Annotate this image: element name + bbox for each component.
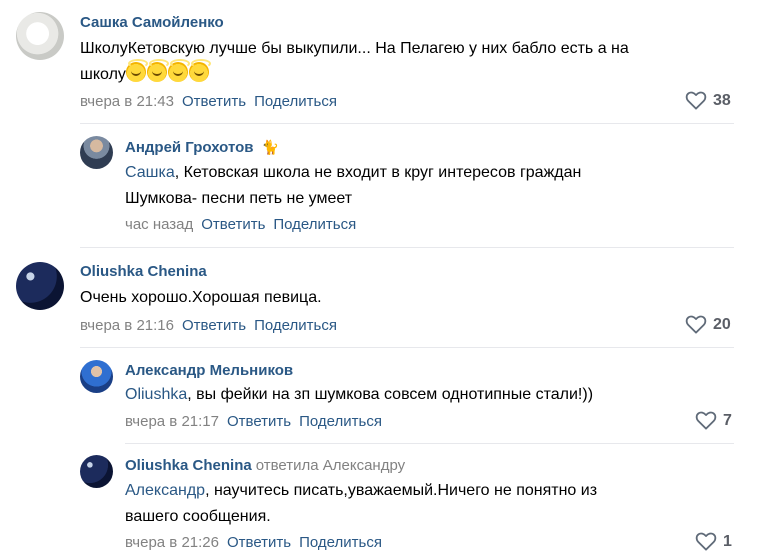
reply-button[interactable]: Ответить — [227, 413, 291, 430]
heart-icon — [685, 315, 707, 334]
like-count: 1 — [723, 532, 732, 550]
comment-text-line: вашего сообщения. — [125, 508, 271, 525]
mention-link[interactable]: Сашка — [125, 164, 175, 181]
comment-text: ШколуКетовскую лучше бы выкупили... На П… — [80, 36, 629, 88]
comment-text-line: , Кетовская школа не входит в круг интер… — [174, 164, 582, 181]
like-button[interactable]: 7 — [695, 411, 732, 430]
comment-time[interactable]: вчера в 21:17 — [125, 413, 219, 430]
like-button[interactable]: 38 — [685, 91, 731, 110]
comment-text-line: Шумкова- песни петь не умеет — [125, 190, 353, 207]
comment-meta: вчера в 21:17 Ответить Поделиться — [125, 413, 382, 430]
like-button[interactable]: 1 — [695, 532, 732, 551]
comment-meta: вчера в 21:43 Ответить Поделиться — [80, 93, 337, 110]
share-button[interactable]: Поделиться — [299, 413, 382, 430]
share-button[interactable]: Поделиться — [254, 93, 337, 110]
halo-smiley-icon — [188, 59, 211, 82]
like-count: 38 — [713, 91, 731, 109]
comment-meta: вчера в 21:16 Ответить Поделиться — [80, 317, 337, 334]
comment-time[interactable]: час назад — [125, 216, 193, 233]
comment-text: Oliushka, вы фейки на зп шумкова совсем … — [125, 382, 593, 408]
comment-text-line: , вы фейки на зп шумкова совсем однотипн… — [187, 386, 594, 403]
comment-time[interactable]: вчера в 21:16 — [80, 317, 174, 334]
divider — [80, 247, 734, 248]
reply-button[interactable]: Ответить — [182, 93, 246, 110]
like-button[interactable]: 20 — [685, 315, 731, 334]
comment-text: Сашка, Кетовская школа не входит в круг … — [125, 160, 581, 212]
share-button[interactable]: Поделиться — [299, 534, 382, 551]
halo-smiley-icon — [125, 59, 148, 82]
like-count: 20 — [713, 315, 731, 333]
comment-author[interactable]: Oliushka Chenina ответила Александру — [125, 457, 405, 474]
share-button[interactable]: Поделиться — [254, 317, 337, 334]
avatar[interactable] — [16, 12, 64, 60]
comment-text-line: Очень хорошо.Хорошая певица. — [80, 289, 322, 306]
halo-smiley-icon — [167, 59, 190, 82]
avatar[interactable] — [80, 455, 113, 488]
comment-author[interactable]: Сашка Самойленко — [80, 14, 224, 31]
comment-text: Александр, научитесь писать,уважаемый.Ни… — [125, 478, 597, 530]
divider — [125, 443, 734, 444]
mention-link[interactable]: Александр — [125, 482, 205, 499]
author-name[interactable]: Oliushka Chenina — [125, 457, 252, 474]
reply-button[interactable]: Ответить — [201, 216, 265, 233]
reply-button[interactable]: Ответить — [182, 317, 246, 334]
comment-author[interactable]: Александр Мельников — [125, 362, 293, 379]
comment-text: Очень хорошо.Хорошая певица. — [80, 285, 322, 311]
comment-author[interactable]: Андрей Грохотов 🐈 — [125, 139, 279, 156]
replied-to[interactable]: ответила Александру — [256, 457, 405, 474]
comment-meta: час назад Ответить Поделиться — [125, 216, 356, 233]
heart-icon — [685, 91, 707, 110]
heart-icon — [695, 532, 717, 551]
divider — [80, 123, 734, 124]
comment-text-line: ШколуКетовскую лучше бы выкупили... На П… — [80, 40, 629, 57]
halo-smiley-icon — [146, 59, 169, 82]
comment-meta: вчера в 21:26 Ответить Поделиться — [125, 534, 382, 551]
comment-time[interactable]: вчера в 21:26 — [125, 534, 219, 551]
comment-text-line: , научитесь писать,уважаемый.Ничего не п… — [205, 482, 598, 499]
reply-button[interactable]: Ответить — [227, 534, 291, 551]
share-button[interactable]: Поделиться — [273, 216, 356, 233]
divider — [80, 347, 734, 348]
comment-author[interactable]: Oliushka Chenina — [80, 263, 207, 280]
avatar[interactable] — [80, 136, 113, 169]
comment-text-line: школу — [80, 66, 126, 83]
like-count: 7 — [723, 411, 732, 429]
comment-time[interactable]: вчера в 21:43 — [80, 93, 174, 110]
cat-icon: 🐈 — [261, 139, 280, 155]
avatar[interactable] — [16, 262, 64, 310]
author-name[interactable]: Андрей Грохотов — [125, 139, 253, 156]
mention-link[interactable]: Oliushka — [125, 386, 187, 403]
heart-icon — [695, 411, 717, 430]
avatar[interactable] — [80, 360, 113, 393]
